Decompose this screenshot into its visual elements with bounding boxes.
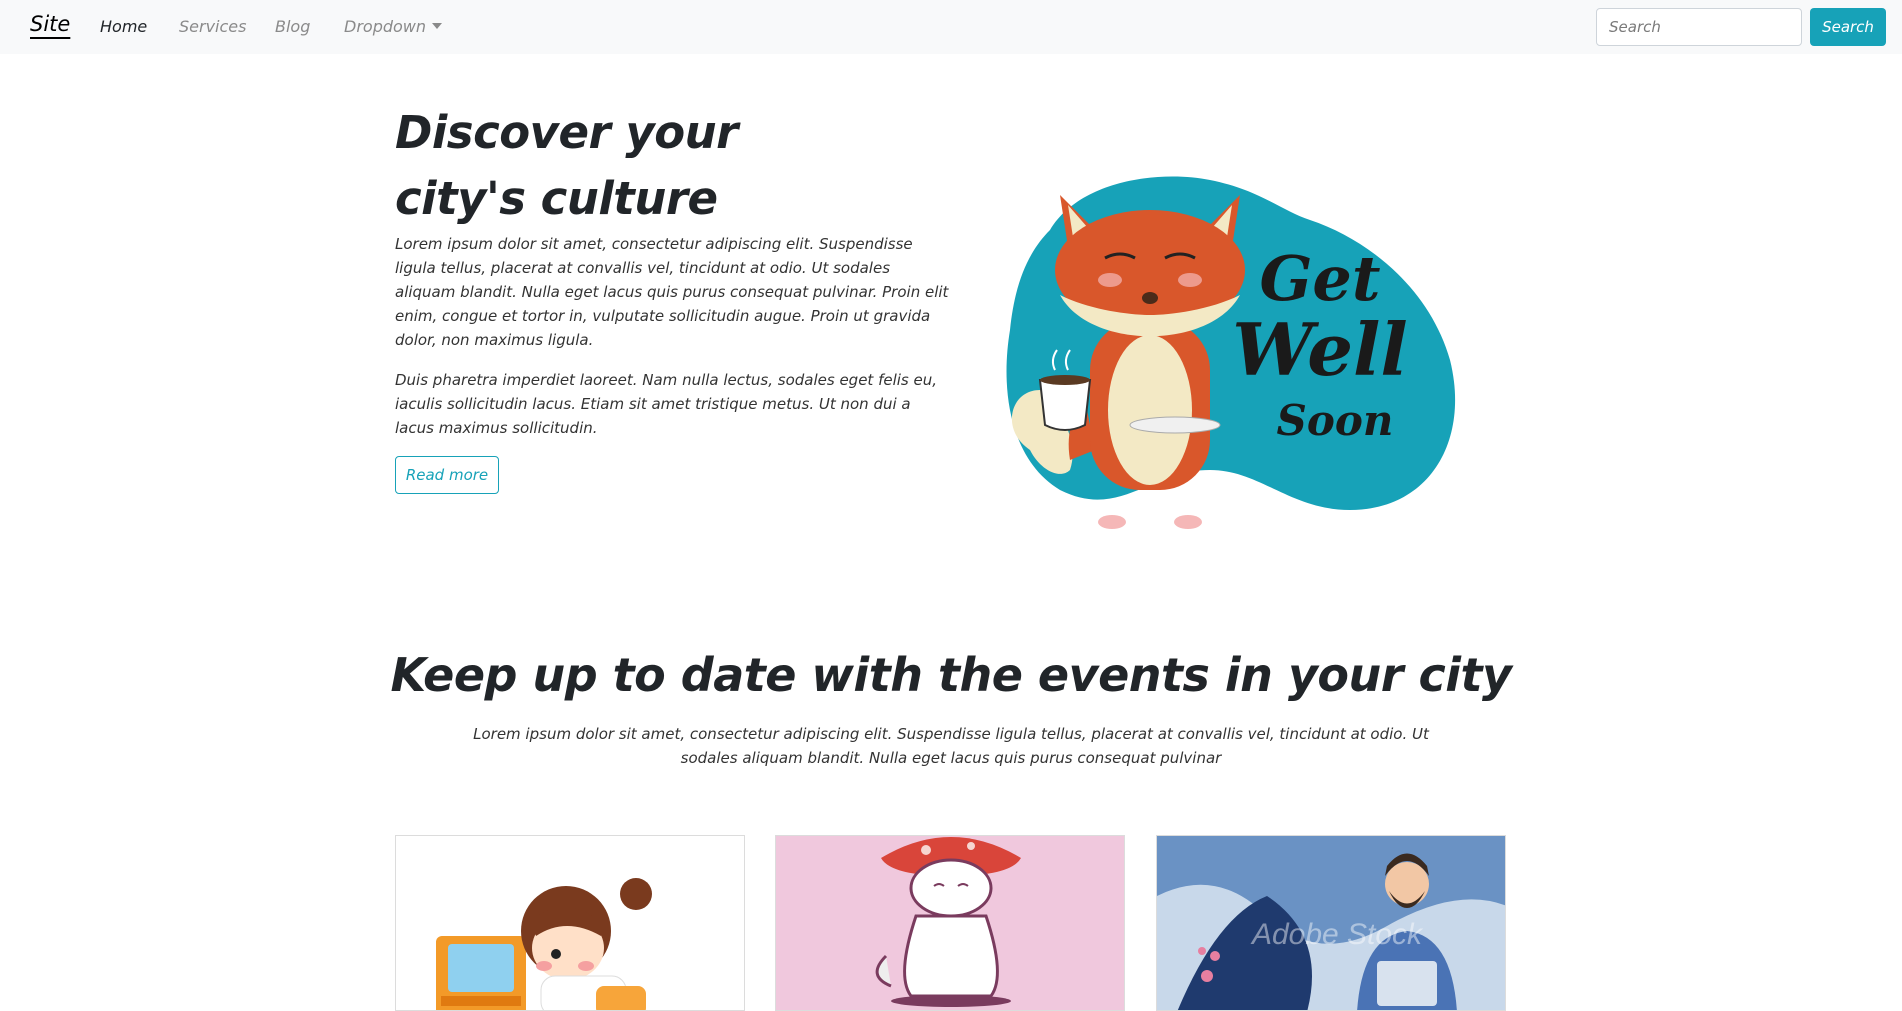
fox-nose [1142,292,1158,304]
read-more-button[interactable]: Read more [395,456,499,494]
navbar: Site Home Services Blog Dropdown Search [0,0,1902,54]
hero-title-line1: Discover your [395,106,738,159]
event-card-1[interactable] [395,835,745,1011]
search-button[interactable]: Search [1810,8,1886,46]
event-card-3[interactable]: Adobe Stock [1156,835,1506,1011]
nav-dropdown[interactable]: Dropdown [344,17,443,36]
hero-paragraph-1: Lorem ipsum dolor sit amet, consectetur … [395,235,949,349]
saucer [1129,416,1221,434]
caret-down-icon [432,23,443,29]
nav-home[interactable]: Home [100,17,147,36]
fox-belly [1108,335,1192,485]
nav-dropdown-label: Dropdown [344,17,427,36]
illustration-text-well: Well [1232,307,1408,392]
illustration-text-soon: Soon [1277,396,1394,445]
hero-title-line2: city's culture [395,172,718,225]
girl-at-computer-image [436,878,652,1010]
events-description: Lorem ipsum dolor sit amet, consectetur … [473,725,1429,767]
nav-blog[interactable]: Blog [275,17,310,36]
hero-paragraph-2: Duis pharetra imperdiet laoreet. Nam nul… [395,371,937,437]
illustration-text-get: Get [1259,242,1380,315]
events-title: Keep up to date with the events in your … [390,648,1513,702]
cat-mushroom-image [875,837,1021,1007]
search-input[interactable] [1596,8,1802,46]
coffee-cup-icon [1038,379,1092,431]
brand-link[interactable]: Site [30,12,70,36]
man-with-laptop-image: Adobe Stock [1157,853,1505,1010]
nav-services[interactable]: Services [179,17,246,36]
hero-title: Discover your city's culture [395,100,915,232]
watermark-text: Adobe Stock [1250,918,1424,951]
get-well-soon-fox-illustration: Get Well Soon [1006,176,1456,529]
event-card-2[interactable] [775,835,1125,1011]
